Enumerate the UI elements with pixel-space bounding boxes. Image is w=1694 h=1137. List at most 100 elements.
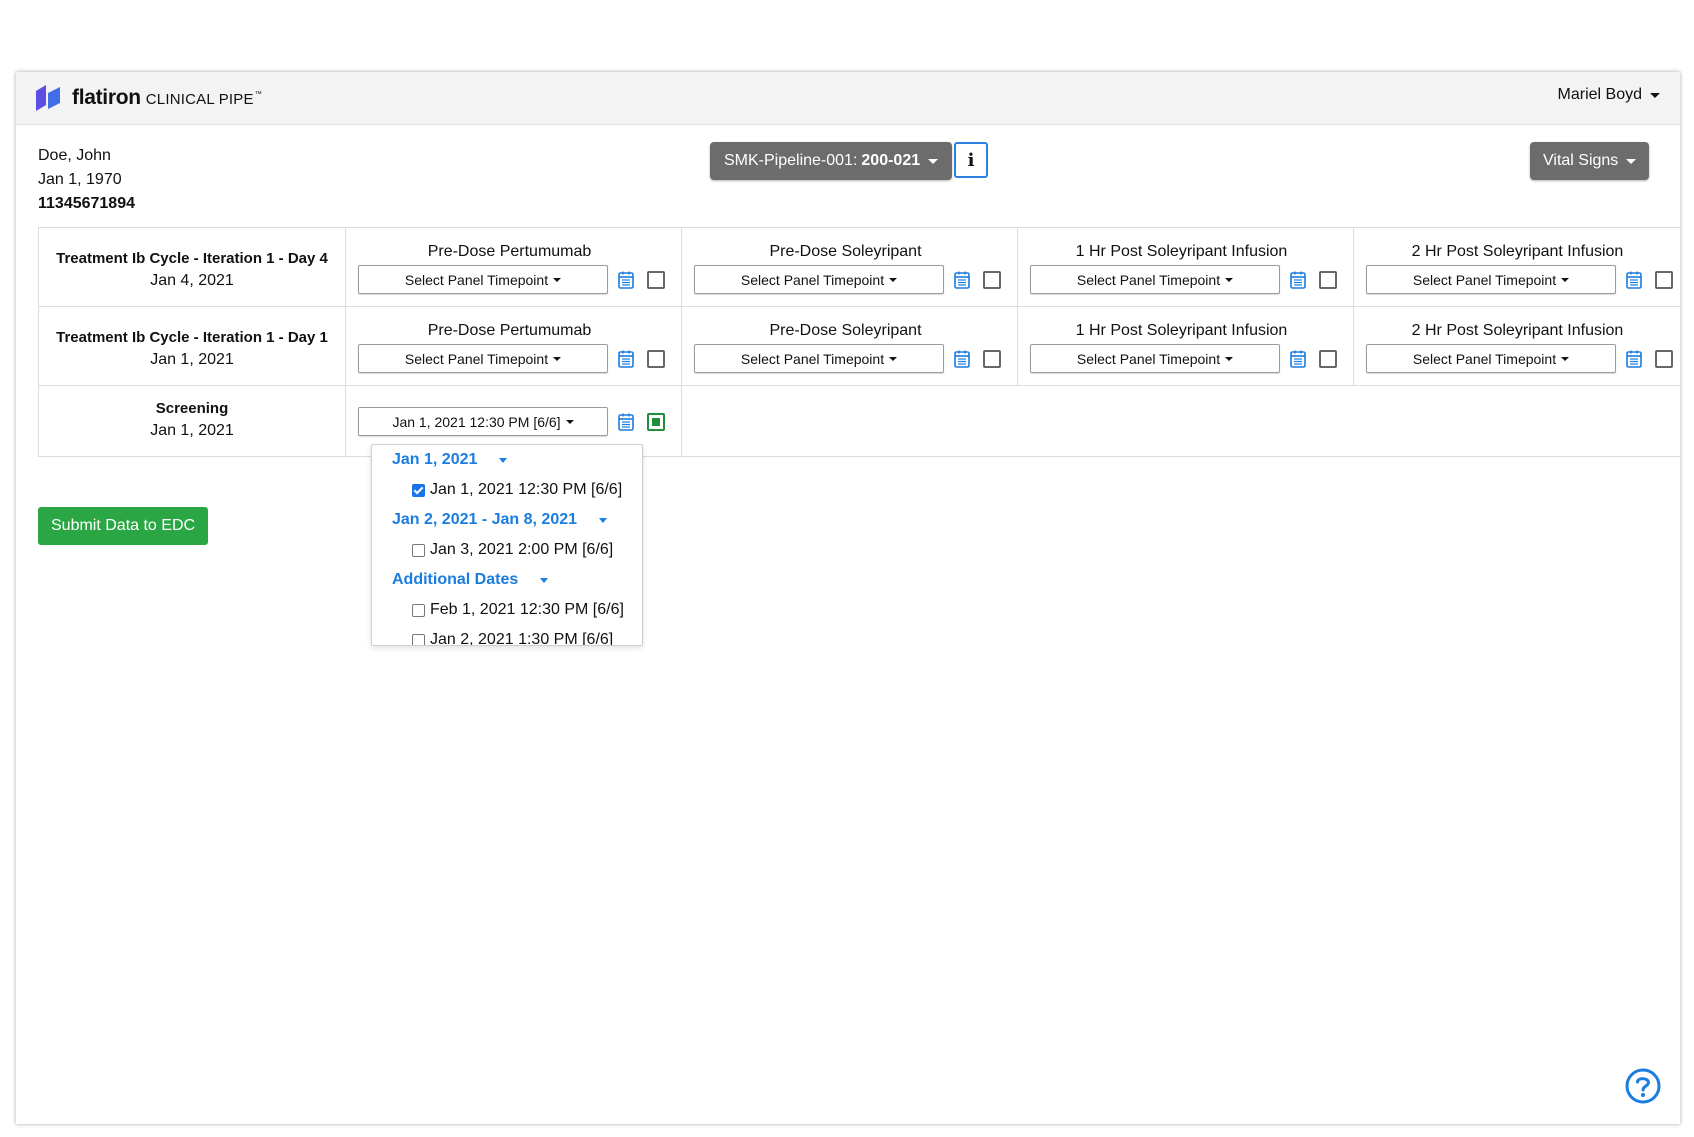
submit-to-edc-button[interactable]: Submit Data to EDC — [38, 507, 209, 545]
calendar-icon[interactable] — [954, 271, 970, 289]
patient-info: Doe, John Jan 1, 1970 11345671894 — [38, 144, 135, 216]
chevron-down-icon — [928, 158, 939, 164]
chevron-down-icon — [1561, 277, 1570, 282]
timepoint-cell: 2 Hr Post Soleyripant Infusion Select Pa… — [1353, 306, 1680, 386]
study-site: 200-021 — [861, 152, 921, 169]
timepoint-select[interactable]: Select Panel Timepoint — [358, 265, 608, 294]
timepoint-checkbox[interactable] — [983, 349, 1001, 368]
timepoint-cell: 1 Hr Post Soleyripant Infusion Select Pa… — [1017, 306, 1354, 386]
chevron-down-icon — [1650, 92, 1660, 98]
dropdown-group-header[interactable]: Jan 2, 2021 - Jan 8, 2021 — [372, 505, 642, 535]
timepoint-cell: Pre-Dose Soleyripant Select Panel Timepo… — [681, 227, 1018, 307]
timepoint-select-label: Select Panel Timepoint — [404, 350, 549, 367]
chevron-down-icon — [553, 277, 562, 282]
brand-logo[interactable]: flatiron CLINICAL PIPE ™ — [34, 83, 262, 113]
calendar-icon[interactable] — [618, 413, 634, 431]
visit-row: Treatment Ib Cycle - Iteration 1 - Day 4… — [38, 227, 1680, 307]
timepoint-checkbox[interactable] — [1319, 349, 1337, 368]
app-window: flatiron CLINICAL PIPE ™ Mariel Boyd Doe… — [16, 72, 1680, 1124]
timepoint-cell: Pre-Dose Pertumumab Select Panel Timepoi… — [345, 227, 682, 307]
chevron-down-icon — [1225, 356, 1234, 361]
option-label: Jan 3, 2021 2:00 PM [6/6] — [430, 541, 614, 558]
timepoint-checkbox[interactable] — [1655, 349, 1673, 368]
option-checkbox-checked[interactable] — [412, 483, 425, 497]
calendar-icon[interactable] — [618, 271, 634, 289]
visit-name: Screening — [155, 400, 229, 417]
submit-label: Submit Data to EDC — [51, 517, 196, 534]
timepoint-select[interactable]: Select Panel Timepoint — [358, 344, 608, 373]
timepoint-label: Pre-Dose Pertumumab — [427, 322, 592, 339]
dropdown-group-header[interactable]: Jan 1, 2021 — [372, 445, 642, 475]
timepoint-checkbox[interactable] — [1319, 270, 1337, 289]
dropdown-option[interactable]: Jan 2, 2021 1:30 PM [6/6] — [372, 625, 642, 645]
timepoint-select-label: Select Panel Timepoint — [1412, 271, 1557, 288]
top-navbar: flatiron CLINICAL PIPE ™ Mariel Boyd — [16, 72, 1680, 125]
calendar-icon[interactable] — [1626, 271, 1642, 289]
calendar-icon[interactable] — [954, 350, 970, 368]
visit-date: Jan 4, 2021 — [150, 272, 234, 289]
help-circle-icon[interactable] — [1624, 1067, 1662, 1105]
timepoint-checkbox[interactable] — [1655, 270, 1673, 289]
visit-name: Treatment Ib Cycle - Iteration 1 - Day 1 — [56, 329, 328, 346]
dropdown-group-header[interactable]: Additional Dates — [372, 565, 642, 595]
user-menu[interactable]: Mariel Boyd — [1558, 86, 1660, 104]
option-checkbox[interactable] — [412, 633, 425, 645]
patient-mrn: 11345671894 — [38, 195, 135, 212]
chevron-down-icon — [565, 419, 574, 424]
dropdown-option[interactable]: Jan 3, 2021 2:00 PM [6/6] — [372, 535, 642, 565]
product-name: CLINICAL PIPE — [145, 91, 254, 108]
panel-label: Vital Signs — [1543, 152, 1619, 169]
visit-date: Jan 1, 2021 — [150, 351, 234, 368]
timepoint-select[interactable]: Select Panel Timepoint — [1366, 265, 1616, 294]
chevron-down-icon — [499, 457, 508, 463]
patient-name: Doe, John — [38, 147, 111, 164]
timepoint-checkbox[interactable] — [647, 270, 665, 289]
group-label: Jan 1, 2021 — [392, 451, 478, 468]
timepoint-cell: Pre-Dose Pertumumab Select Panel Timepoi… — [345, 306, 682, 386]
timepoint-select-label: Select Panel Timepoint — [1076, 271, 1221, 288]
study-label: SMK-Pipeline-001: — [724, 152, 858, 169]
chevron-down-icon — [1626, 158, 1637, 164]
dropdown-option[interactable]: Feb 1, 2021 12:30 PM [6/6] — [372, 595, 642, 625]
calendar-icon[interactable] — [1626, 350, 1642, 368]
chevron-down-icon — [1561, 356, 1570, 361]
timepoint-select[interactable]: Select Panel Timepoint — [1366, 344, 1616, 373]
timepoint-select[interactable]: Select Panel Timepoint — [1030, 344, 1280, 373]
timepoint-select[interactable]: Select Panel Timepoint — [694, 344, 944, 373]
calendar-icon[interactable] — [1290, 271, 1306, 289]
info-button[interactable]: i — [954, 142, 988, 178]
user-name: Mariel Boyd — [1557, 86, 1642, 103]
timepoint-select[interactable]: Select Panel Timepoint — [1030, 265, 1280, 294]
timepoint-label: 1 Hr Post Soleyripant Infusion — [1075, 243, 1288, 260]
timepoint-select[interactable]: Select Panel Timepoint — [694, 265, 944, 294]
visit-row: Screening Jan 1, 2021 Jan 1, 2021 12:30 … — [38, 385, 1680, 457]
visit-date: Jan 1, 2021 — [150, 422, 234, 439]
option-label: Jan 1, 2021 12:30 PM [6/6] — [430, 481, 623, 498]
patient-dob: Jan 1, 1970 — [38, 171, 122, 188]
study-select-button[interactable]: SMK-Pipeline-001: 200-021 — [710, 142, 953, 180]
timepoint-label: 2 Hr Post Soleyripant Infusion — [1411, 243, 1624, 260]
visit-name: Treatment Ib Cycle - Iteration 1 - Day 4 — [56, 250, 328, 267]
group-label: Additional Dates — [392, 571, 519, 588]
timepoint-checkbox-checked[interactable] — [647, 412, 665, 431]
option-checkbox[interactable] — [412, 543, 425, 557]
timepoint-checkbox[interactable] — [983, 270, 1001, 289]
panel-select-button[interactable]: Vital Signs — [1530, 142, 1650, 180]
timepoint-select[interactable]: Jan 1, 2021 12:30 PM [6/6] — [358, 407, 608, 436]
timepoint-dropdown-menu: Jan 1, 2021 Jan 1, 2021 12:30 PM [6/6] J… — [371, 444, 643, 646]
calendar-icon[interactable] — [618, 350, 634, 368]
dropdown-option[interactable]: Jan 1, 2021 12:30 PM [6/6] — [372, 475, 642, 505]
timepoint-label: Pre-Dose Soleyripant — [769, 243, 922, 260]
timepoint-select-label: Select Panel Timepoint — [1076, 350, 1221, 367]
visit-timepoint-grid: Treatment Ib Cycle - Iteration 1 - Day 4… — [38, 227, 1680, 457]
option-checkbox[interactable] — [412, 603, 425, 617]
visit-cell: Treatment Ib Cycle - Iteration 1 - Day 4… — [38, 227, 346, 307]
chevron-down-icon — [1225, 277, 1234, 282]
group-label: Jan 2, 2021 - Jan 8, 2021 — [392, 511, 578, 528]
timepoint-checkbox[interactable] — [647, 349, 665, 368]
timepoint-label: 2 Hr Post Soleyripant Infusion — [1411, 322, 1624, 339]
calendar-icon[interactable] — [1290, 350, 1306, 368]
chevron-down-icon — [540, 577, 549, 583]
brand-name: flatiron — [72, 86, 141, 109]
empty-cell — [681, 385, 1680, 457]
